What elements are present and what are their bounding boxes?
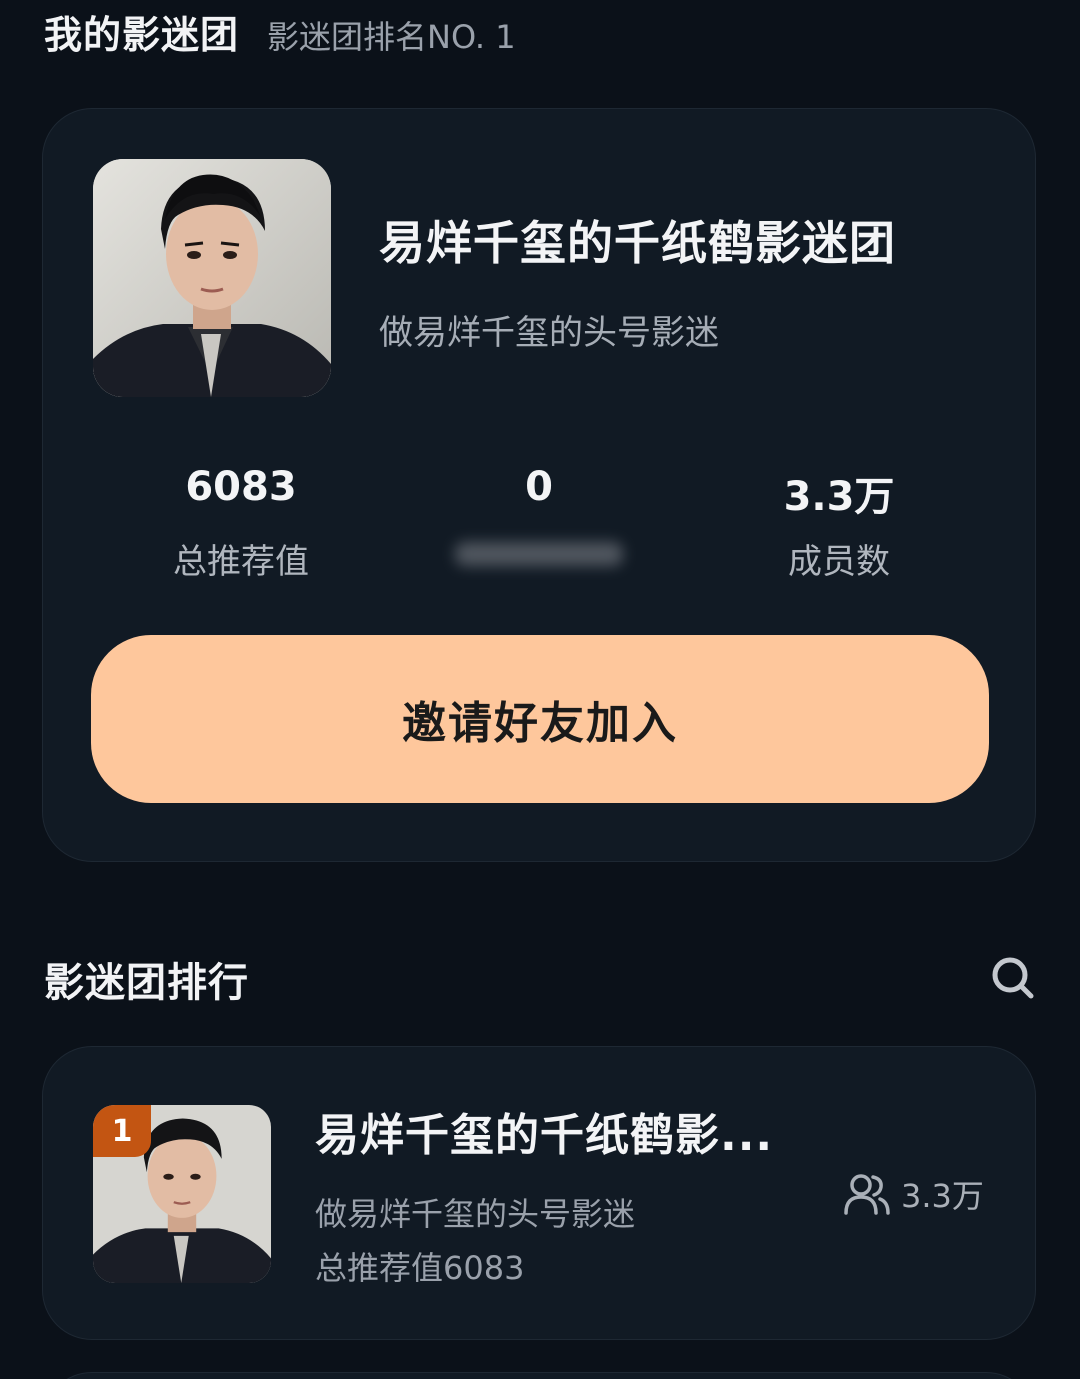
- search-icon[interactable]: [990, 955, 1036, 1001]
- stat-label: 总推荐值: [173, 542, 309, 582]
- ranking-members: 3.3万: [843, 1171, 984, 1217]
- club-slogan: 做易烊千玺的头号影迷: [379, 313, 719, 353]
- stat-value: 3.3万: [783, 474, 895, 520]
- stat-label: 成员数: [788, 542, 890, 582]
- ranking-club-slogan: 做易烊千玺的头号影迷: [315, 1195, 636, 1233]
- stat-value: 6083: [185, 464, 297, 510]
- my-club-card: 易烊千玺的千纸鹤影迷团 做易烊千玺的头号影迷 6083 总推荐值 0 3.3万 …: [42, 108, 1036, 862]
- club-avatar[interactable]: [93, 159, 331, 397]
- top-header: 我的影迷团 影迷团排名NO. 1: [44, 4, 516, 59]
- ranking-club-name: 易烊千玺的千纸鹤影...: [315, 1110, 774, 1161]
- avatar-photo-icon: [93, 159, 331, 397]
- stat-members: 3.3万 成员数: [689, 464, 989, 582]
- ranking-section-title: 影迷团排行: [44, 960, 249, 1006]
- club-rank-text: 影迷团排名NO. 1: [267, 18, 516, 56]
- page: 我的影迷团 影迷团排名NO. 1 易烊千玺的千纸鹤影迷团 做易烊千玺的头号影迷 …: [0, 0, 1080, 1379]
- ranking-list-item-next[interactable]: [42, 1372, 1036, 1379]
- members-icon: [844, 1174, 890, 1215]
- stat-value: 0: [525, 464, 553, 510]
- stat-label-redacted: [389, 534, 689, 578]
- members-count: 3.3万: [901, 1177, 984, 1215]
- club-name: 易烊千玺的千纸鹤影迷团: [379, 216, 896, 270]
- redacted-label: [455, 542, 623, 566]
- stat-total-recommend: 6083 总推荐值: [91, 464, 391, 582]
- invite-friends-button[interactable]: 邀请好友加入: [91, 635, 989, 803]
- page-title: 我的影迷团: [44, 13, 240, 57]
- ranking-list-item[interactable]: 1 易烊千玺的千纸鹤影... 做易烊千玺的头号影迷 总推荐值6083 3.3万: [42, 1046, 1036, 1340]
- stat-middle: 0: [389, 464, 689, 578]
- rank-badge: 1: [93, 1105, 151, 1157]
- ranking-club-score: 总推荐值6083: [315, 1249, 525, 1287]
